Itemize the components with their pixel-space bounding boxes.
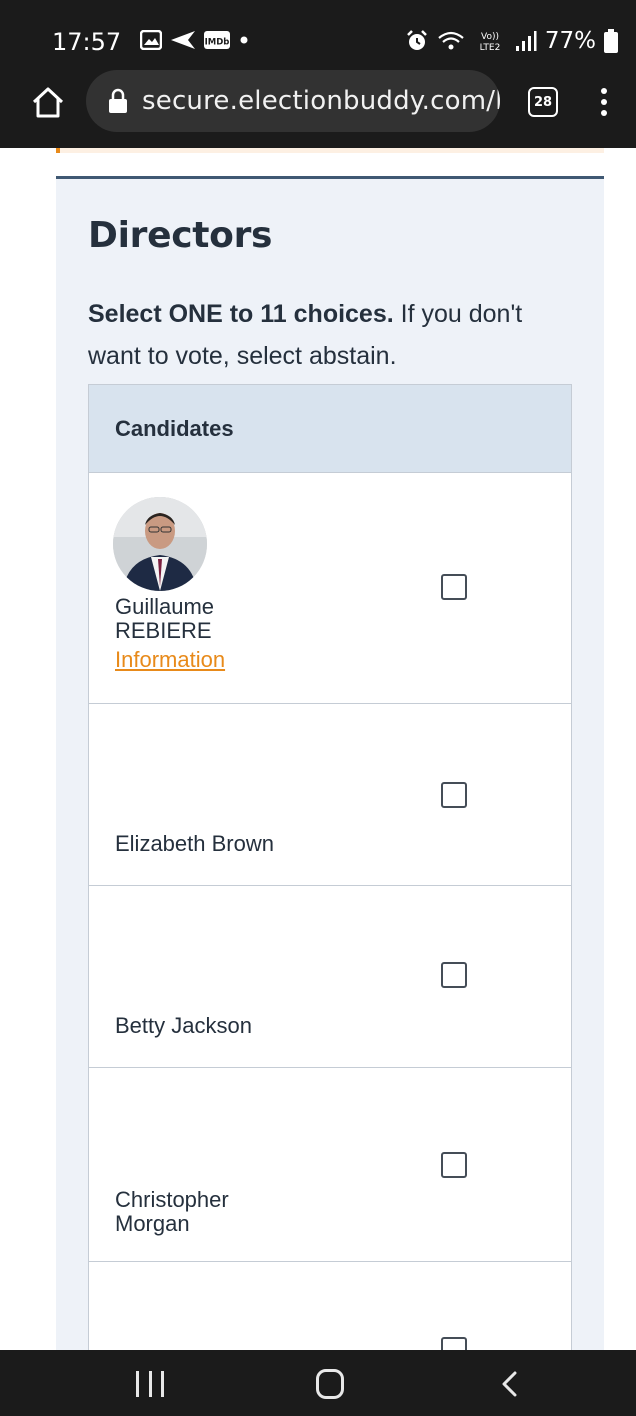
candidate-name: Elizabeth Brown — [115, 831, 274, 856]
wifi-icon — [438, 31, 464, 50]
candidates-table: Candidates Guillaume REBIERE Information… — [88, 384, 572, 1350]
candidate-name: Betty Jackson — [115, 1013, 252, 1038]
previous-card-edge — [56, 148, 604, 153]
address-bar[interactable]: secure.electionbuddy.com/ba — [86, 70, 500, 132]
status-notification-icons: IMDb — [140, 30, 250, 50]
tab-count: 28 — [533, 94, 553, 110]
menu-dot — [601, 99, 607, 105]
ballot-question-card: Directors Select ONE to 11 choices. If y… — [56, 176, 604, 1350]
candidate-row[interactable]: Betty Jackson — [89, 886, 571, 1068]
volte-lte-icon: Vo)) LTE2 — [480, 32, 501, 53]
battery-percent: 77% — [544, 28, 596, 54]
candidate-information-link[interactable]: Information — [115, 647, 225, 673]
candidate-name: Christopher Morgan — [115, 1188, 229, 1236]
more-options-icon[interactable] — [596, 84, 612, 120]
alarm-icon — [406, 30, 427, 50]
candidate-last-name: Morgan — [115, 1211, 190, 1236]
candidate-first-name: Christopher — [115, 1187, 229, 1212]
candidate-row[interactable] — [89, 1262, 571, 1350]
candidate-row[interactable]: Guillaume REBIERE Information — [89, 473, 571, 704]
candidate-checkbox[interactable] — [441, 782, 467, 808]
candidate-last-name: REBIERE — [115, 618, 212, 643]
status-bar: 17:57 IMDb Vo)) LTE2 77% — [0, 0, 636, 70]
candidate-photo — [113, 497, 207, 591]
web-page: Directors Select ONE to 11 choices. If y… — [0, 148, 636, 1350]
imdb-icon: IMDb — [204, 31, 230, 49]
home-button-icon[interactable] — [316, 1369, 344, 1399]
recents-bar — [136, 1371, 139, 1397]
recent-apps-icon[interactable] — [136, 1371, 164, 1397]
url-text: secure.electionbuddy.com/ba — [142, 86, 500, 116]
instructions: Select ONE to 11 choices. If you don't w… — [88, 293, 568, 377]
status-system-icons: Vo)) LTE2 77% — [405, 28, 618, 54]
lock-icon — [109, 88, 127, 113]
status-time: 17:57 — [52, 28, 122, 56]
instructions-bold: Select ONE to 11 choices. — [88, 300, 394, 328]
battery-icon — [604, 29, 618, 53]
gallery-icon — [140, 30, 162, 50]
candidate-first-name: Guillaume — [115, 594, 215, 619]
home-icon[interactable] — [30, 84, 66, 120]
imdb-icon-label: IMDb — [205, 38, 230, 48]
recents-bar — [148, 1371, 152, 1397]
candidate-checkbox[interactable] — [441, 1337, 467, 1350]
dot-icon — [240, 36, 248, 44]
table-header-label: Candidates — [115, 415, 234, 441]
candidate-checkbox[interactable] — [441, 574, 467, 600]
network-label-top: Vo)) — [481, 32, 499, 42]
candidate-row[interactable]: Christopher Morgan — [89, 1068, 571, 1262]
candidate-checkbox[interactable] — [441, 962, 467, 988]
system-navigation-bar — [0, 1350, 636, 1416]
network-label-bottom: LTE2 — [480, 43, 501, 53]
candidate-name: Guillaume REBIERE — [115, 595, 214, 643]
recents-bar — [161, 1371, 164, 1397]
menu-dot — [601, 110, 607, 116]
table-header: Candidates — [89, 385, 571, 473]
browser-toolbar: secure.electionbuddy.com/ba 28 — [0, 70, 636, 148]
candidate-checkbox[interactable] — [441, 1152, 467, 1178]
candidate-row[interactable]: Elizabeth Brown — [89, 704, 571, 886]
signal-icon — [515, 31, 537, 51]
back-icon[interactable] — [498, 1370, 520, 1398]
menu-dot — [601, 88, 607, 94]
navigation-icon — [171, 31, 195, 49]
question-title: Directors — [88, 215, 273, 256]
tab-switcher-button[interactable]: 28 — [528, 87, 558, 117]
person-photo-icon — [113, 497, 207, 591]
